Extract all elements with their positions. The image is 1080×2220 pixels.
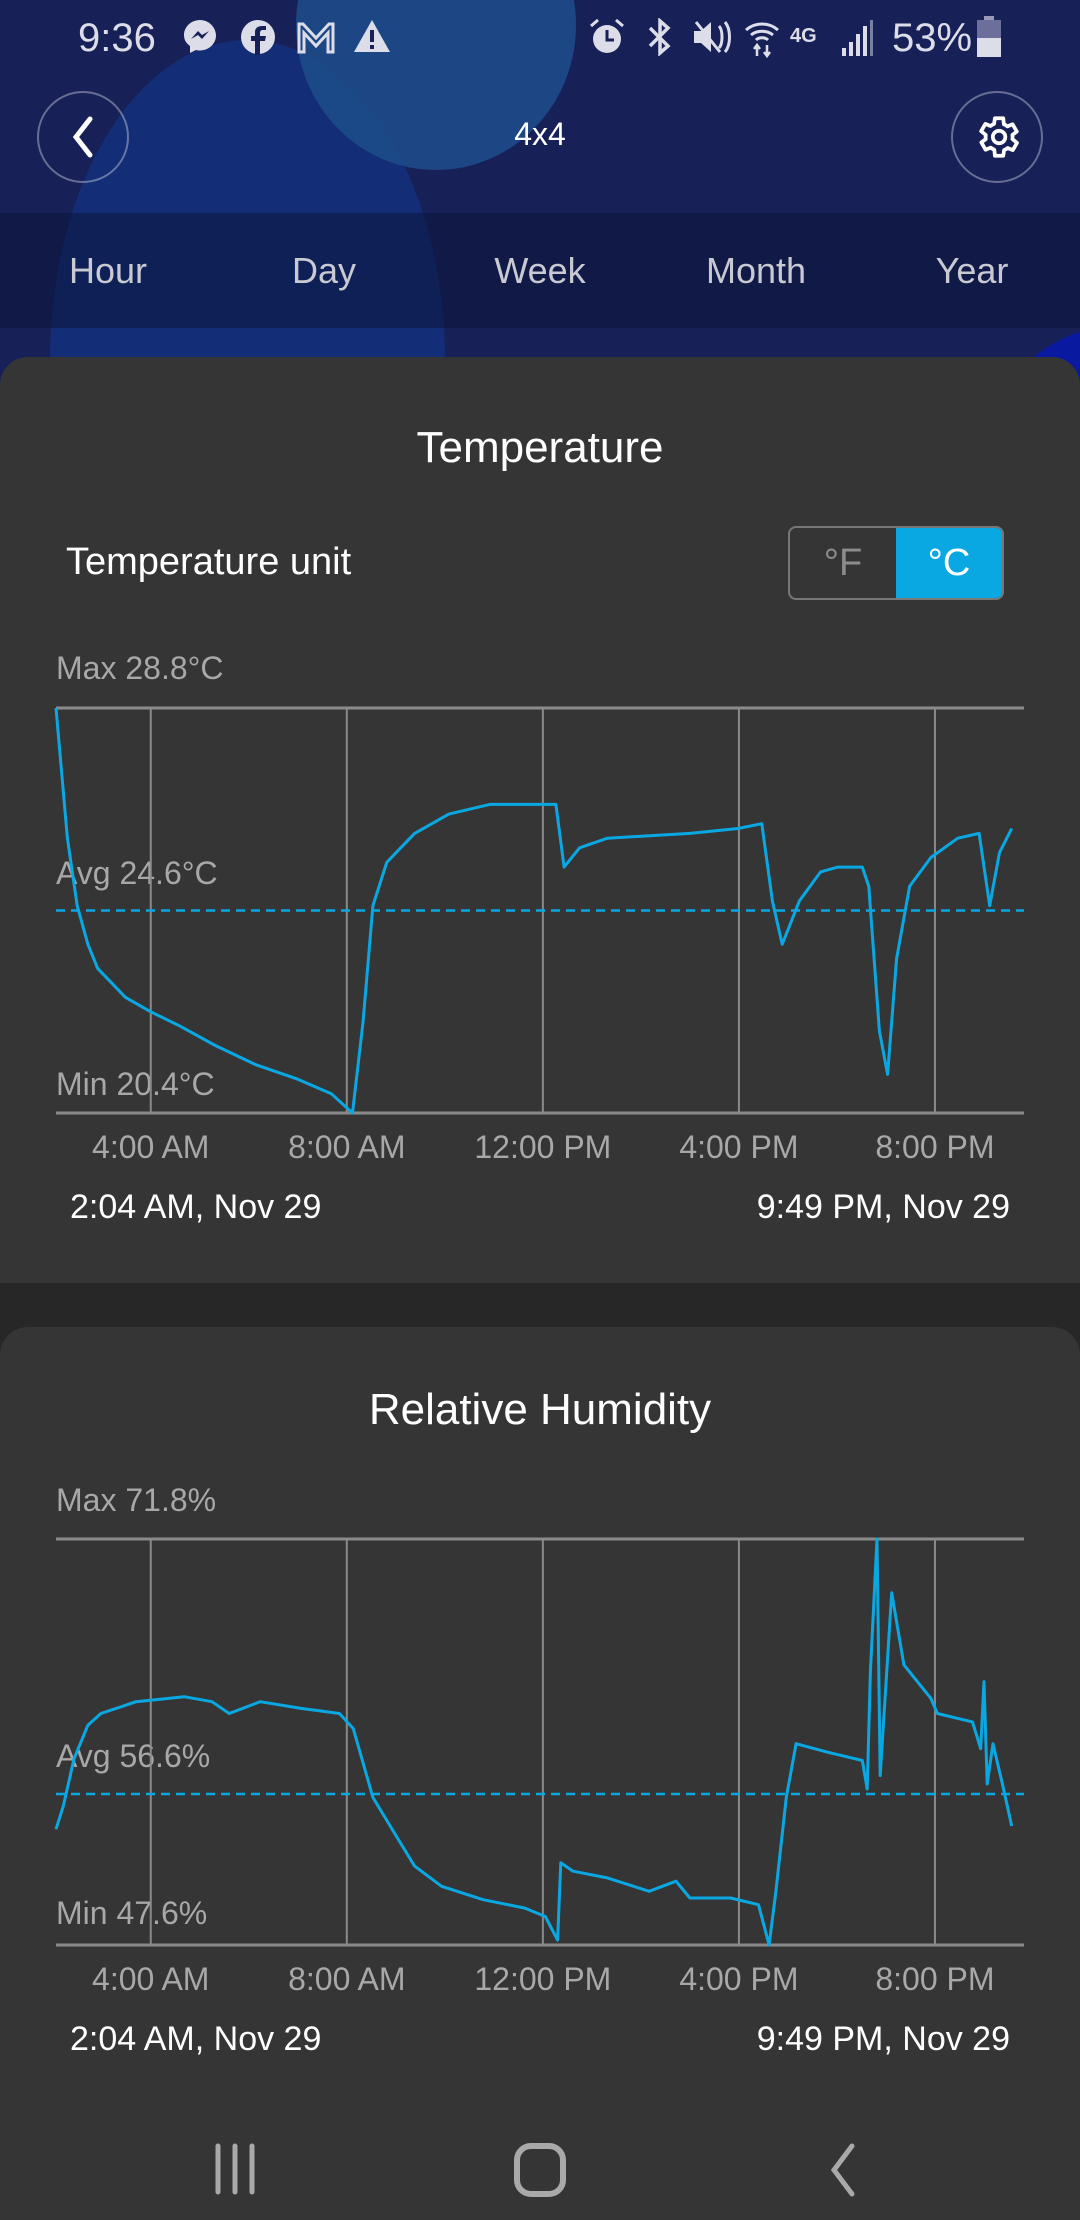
app-header: 9:36 4G 53% 4x4 Hour Day Week Month Year xyxy=(0,0,1080,400)
humidity-max-label: Max 71.8% xyxy=(56,1482,217,1518)
signal-icon xyxy=(840,18,874,69)
gmail-icon xyxy=(296,18,336,67)
tab-hour[interactable]: Hour xyxy=(0,213,216,328)
temperature-avg-label: Avg 24.6°C xyxy=(56,855,218,891)
warning-icon xyxy=(353,18,391,65)
page-title: 4x4 xyxy=(514,116,566,152)
temperature-title: Temperature xyxy=(416,423,664,472)
humidity-min-label: Min 47.6% xyxy=(56,1895,208,1931)
temperature-unit-label: Temperature unit xyxy=(66,541,352,583)
battery-icon xyxy=(976,16,1002,69)
tab-year[interactable]: Year xyxy=(864,213,1080,328)
system-nav-bar xyxy=(0,2080,1080,2220)
humidity-title: Relative Humidity xyxy=(368,1385,712,1434)
lte-icon: 4G xyxy=(790,25,817,47)
temperature-end-date: 9:49 PM, Nov 29 xyxy=(756,1188,1010,1226)
home-icon[interactable] xyxy=(512,2142,568,2198)
tab-week[interactable]: Week xyxy=(432,213,648,328)
humidity-end-date: 9:49 PM, Nov 29 xyxy=(756,2020,1010,2058)
mute-icon xyxy=(692,18,732,67)
temperature-min-label: Min 20.4°C xyxy=(56,1066,215,1102)
humidity-start-date: 2:04 AM, Nov 29 xyxy=(70,2020,322,2058)
temperature-unit-toggle: °F °C xyxy=(788,526,1004,600)
temperature-card: Temperature Temperature unit xyxy=(0,357,1080,1283)
settings-button[interactable] xyxy=(951,91,1043,183)
status-bar: 9:36 4G 53% xyxy=(0,0,1080,80)
facebook-icon xyxy=(240,18,276,67)
back-icon[interactable] xyxy=(820,2142,860,2198)
unit-celsius-button[interactable]: °C xyxy=(896,528,1002,598)
humidity-card: Relative Humidity xyxy=(0,1327,1080,2080)
tab-day[interactable]: Day xyxy=(216,213,432,328)
alarm-icon xyxy=(588,18,626,67)
battery-percent: 53% xyxy=(892,16,973,60)
recent-apps-icon[interactable] xyxy=(210,2142,260,2196)
unit-fahrenheit-button[interactable]: °F xyxy=(790,528,896,598)
tab-month[interactable]: Month xyxy=(648,213,864,328)
temperature-start-date: 2:04 AM, Nov 29 xyxy=(70,1188,322,1226)
gear-icon xyxy=(979,116,1019,158)
wifi-icon xyxy=(744,18,780,69)
humidity-avg-label: Avg 56.6% xyxy=(56,1738,211,1774)
temperature-max-label: Max 28.8°C xyxy=(56,650,224,686)
period-tabs: Hour Day Week Month Year xyxy=(0,213,1080,328)
messenger-icon xyxy=(182,18,218,67)
bluetooth-icon xyxy=(644,17,676,67)
status-time: 9:36 xyxy=(78,16,156,60)
